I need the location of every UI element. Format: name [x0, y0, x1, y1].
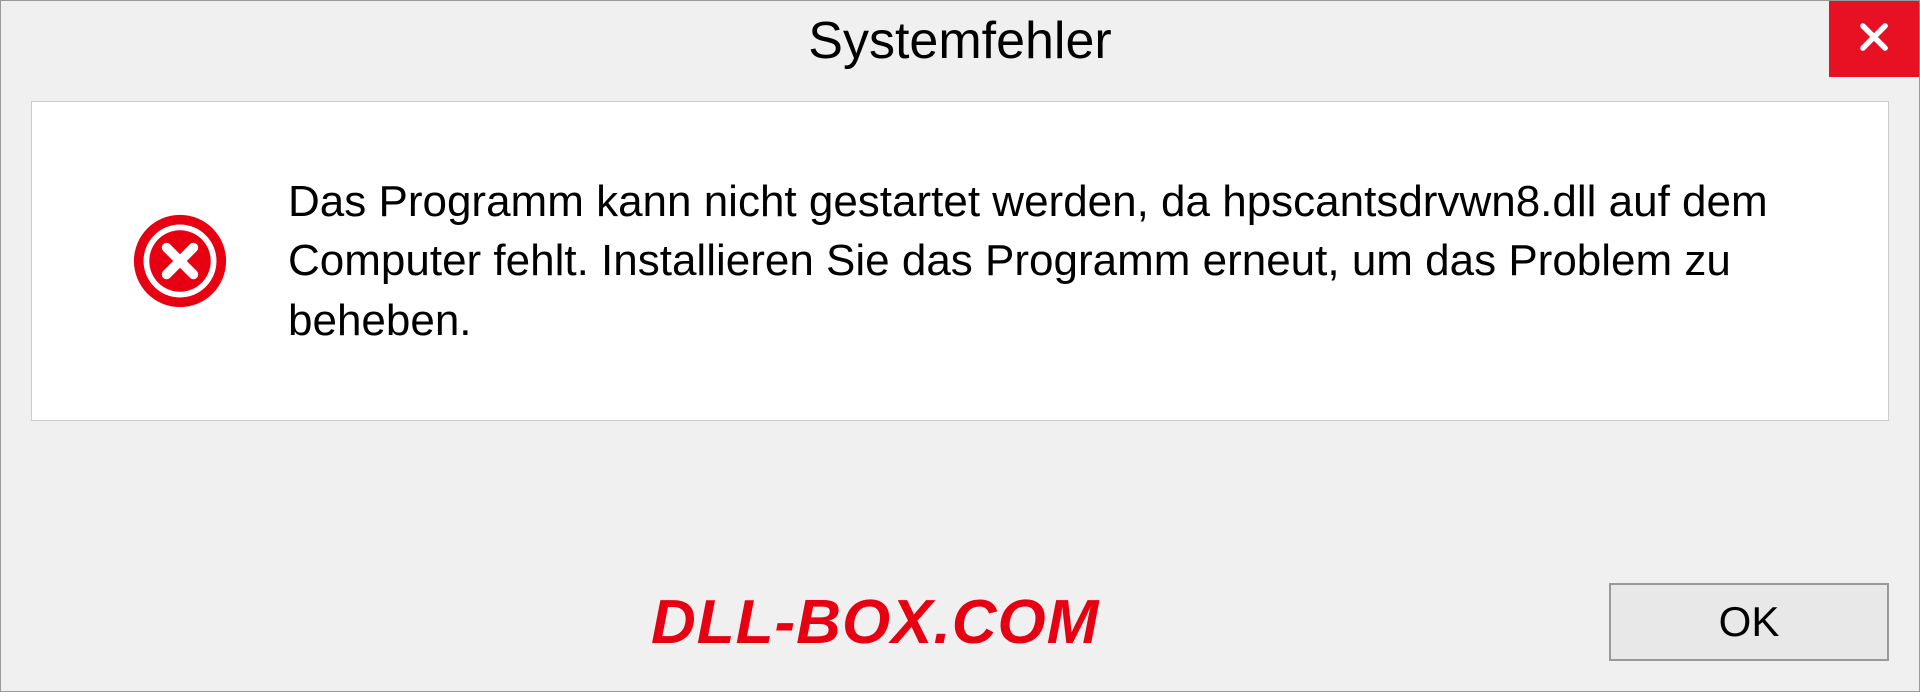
footer: DLL-BOX.COM OK — [31, 583, 1889, 661]
close-icon — [1855, 18, 1893, 61]
error-message: Das Programm kann nicht gestartet werden… — [288, 172, 1838, 350]
titlebar: Systemfehler — [1, 1, 1919, 81]
error-dialog: Systemfehler Das Programm kann nicht ges… — [0, 0, 1920, 692]
error-icon — [132, 213, 228, 309]
close-button[interactable] — [1829, 1, 1919, 77]
content-panel: Das Programm kann nicht gestartet werden… — [31, 101, 1889, 421]
watermark-text: DLL-BOX.COM — [651, 587, 1099, 658]
ok-button[interactable]: OK — [1609, 583, 1889, 661]
dialog-title: Systemfehler — [808, 11, 1111, 71]
